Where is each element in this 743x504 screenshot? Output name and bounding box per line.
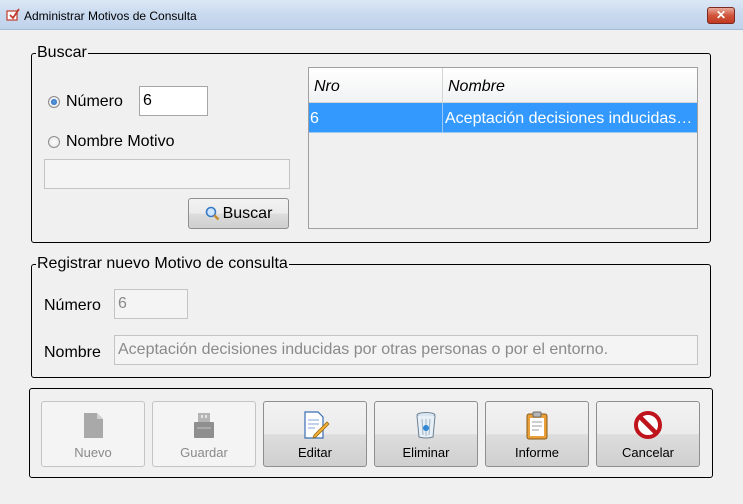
cell-nro: 6 [309,103,443,132]
clipboard-icon [526,411,548,440]
numero-label: Número [44,297,101,314]
buscar-legend: Buscar [37,44,87,61]
cell-nombre: Aceptación decisiones inducidas por otra… [445,110,697,127]
cancelar-label: Cancelar [621,445,675,460]
usb-drive-icon [194,413,214,438]
editar-button[interactable]: Editar [263,401,367,467]
guardar-label: Guardar [180,445,228,460]
new-document-icon [84,413,103,438]
radio-nombre-motivo[interactable]: Nombre Motivo [48,133,174,151]
column-header-nombre[interactable]: Nombre [443,68,697,102]
eliminar-button[interactable]: Eliminar [374,401,478,467]
radio-numero[interactable]: Número [48,93,123,111]
guardar-button[interactable]: Guardar [152,401,256,467]
table-row[interactable]: 6 Aceptación decisiones inducidas por ot… [309,103,697,133]
registrar-legend: Registrar nuevo Motivo de consulta [37,255,288,272]
editar-label: Editar [298,445,332,460]
app-icon [6,8,20,21]
eliminar-label: Eliminar [402,445,450,460]
cancel-icon [634,411,662,439]
search-icon [205,206,219,221]
radio-unchecked-icon [48,136,60,148]
nombre-search-input[interactable] [44,159,290,189]
trash-icon [416,412,436,439]
buscar-button[interactable]: Buscar [188,198,289,229]
title-bar: Administrar Motivos de Consulta ✕ [0,0,743,30]
edit-document-icon [304,411,330,439]
radio-nombre-label: Nombre Motivo [66,133,175,150]
numero-search-input[interactable] [139,86,208,116]
nuevo-label: Nuevo [74,445,112,460]
informe-button[interactable]: Informe [485,401,589,467]
close-button[interactable]: ✕ [707,7,735,24]
cancelar-button[interactable]: Cancelar [596,401,700,467]
results-grid[interactable]: Nro Nombre 6 Aceptación decisiones induc… [308,67,698,229]
nombre-field[interactable] [114,335,698,365]
radio-numero-label: Número [66,93,123,110]
buscar-button-label: Buscar [222,204,273,222]
numero-field[interactable] [114,289,188,319]
radio-checked-icon [48,96,60,108]
window-title: Administrar Motivos de Consulta [24,9,197,23]
informe-label: Informe [514,445,560,460]
column-header-nro[interactable]: Nro [309,68,443,102]
grid-header: Nro Nombre [309,68,697,103]
nuevo-button[interactable]: Nuevo [41,401,145,467]
nombre-label: Nombre [44,344,101,361]
